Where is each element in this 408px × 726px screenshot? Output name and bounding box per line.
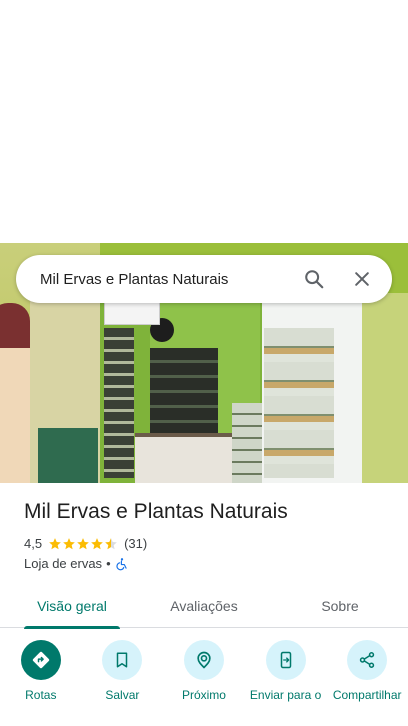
photo-door xyxy=(38,428,98,483)
photo-person xyxy=(0,303,30,483)
action-label: Compartilhar xyxy=(332,688,402,702)
tab-overview[interactable]: Visão geral xyxy=(24,584,120,629)
search-bar[interactable]: Mil Ervas e Plantas Naturais xyxy=(16,255,392,303)
action-label: Próximo xyxy=(181,688,226,702)
tab-label: Sobre xyxy=(321,598,359,614)
review-count: (31) xyxy=(124,536,148,551)
photo-sign xyxy=(104,301,160,325)
nearby-icon xyxy=(197,651,211,669)
send-to-phone-icon xyxy=(280,651,291,669)
place-title: Mil Ervas e Plantas Naturais xyxy=(24,500,288,523)
place-category: Loja de ervas xyxy=(24,556,103,571)
search-button[interactable] xyxy=(290,255,338,303)
map-area xyxy=(0,0,408,243)
star-icon xyxy=(63,537,75,549)
star-icon xyxy=(91,537,103,549)
photo-glass-case xyxy=(232,403,266,483)
action-circle xyxy=(265,640,306,680)
action-label: Rotas xyxy=(25,688,57,702)
category-row: Loja de ervas • xyxy=(24,556,129,571)
star-icon xyxy=(49,537,61,549)
tab-label: Avaliações xyxy=(170,598,238,614)
bookmark-icon xyxy=(117,652,128,668)
share-icon xyxy=(359,652,375,668)
directions-button[interactable]: Rotas xyxy=(4,640,78,702)
photo-right-wall xyxy=(362,293,408,483)
rating-row[interactable]: 4,5 (31) xyxy=(24,536,147,551)
photo-shelf-left xyxy=(104,328,134,478)
send-to-phone-button[interactable]: Enviar para o xyxy=(249,640,323,702)
star-icon xyxy=(105,537,117,549)
star-icon xyxy=(77,537,89,549)
tab-label: Visão geral xyxy=(37,598,107,614)
nearby-button[interactable]: Próximo xyxy=(167,640,241,702)
action-circle xyxy=(20,640,61,680)
directions-icon xyxy=(32,651,49,669)
star-rating xyxy=(48,537,118,551)
share-button[interactable]: Compartilhar xyxy=(330,640,404,702)
close-icon xyxy=(355,272,369,286)
tab-reviews[interactable]: Avaliações xyxy=(154,584,254,628)
tab-bar: Visão geral Avaliações Sobre xyxy=(0,584,408,629)
action-circle xyxy=(102,640,143,680)
action-circle xyxy=(347,640,388,680)
action-bar: Rotas Salvar Próximo Enviar para o Compa… xyxy=(0,640,408,702)
tab-about[interactable]: Sobre xyxy=(300,584,380,628)
search-input[interactable]: Mil Ervas e Plantas Naturais xyxy=(16,271,290,288)
rating-value: 4,5 xyxy=(24,536,43,551)
clear-search-button[interactable] xyxy=(338,255,386,303)
search-icon xyxy=(305,270,324,289)
photo-shelf xyxy=(150,348,218,443)
save-button[interactable]: Salvar xyxy=(85,640,159,702)
action-circle xyxy=(183,640,224,680)
separator: • xyxy=(106,556,111,571)
photo-right-shelves xyxy=(264,328,334,478)
action-label: Enviar para o xyxy=(249,688,322,702)
action-label: Salvar xyxy=(105,688,140,702)
wheelchair-accessible-icon xyxy=(116,557,127,570)
